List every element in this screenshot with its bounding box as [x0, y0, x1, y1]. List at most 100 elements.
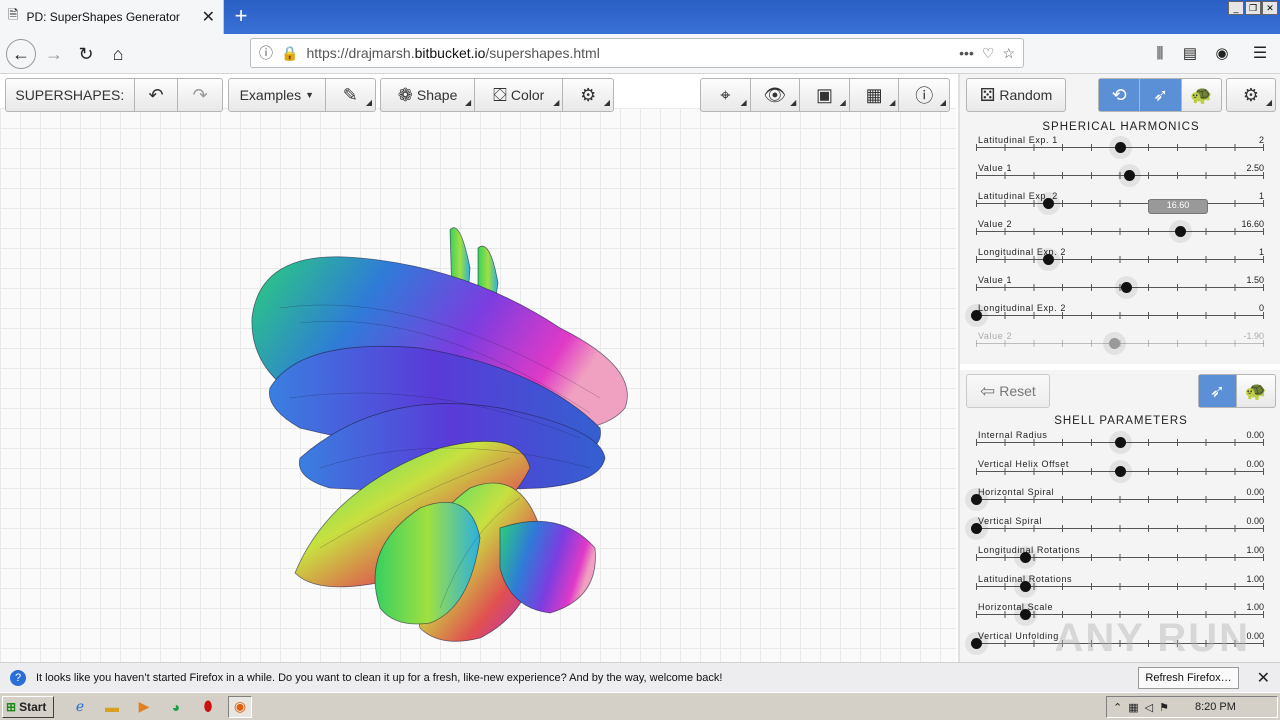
home-button[interactable]: ⌂ — [104, 40, 132, 68]
new-tab-button[interactable]: + — [228, 4, 254, 30]
color-label: Color — [510, 87, 545, 103]
caret-icon: ◢ — [603, 98, 610, 107]
bookmark-star-icon[interactable]: ☆ — [1002, 45, 1015, 62]
slider-handle[interactable] — [971, 310, 982, 321]
browser-tab[interactable]: 🗎 PD: SuperShapes Generator ✕ — [0, 0, 224, 34]
refresh-firefox-button[interactable]: Refresh Firefox… — [1138, 666, 1239, 689]
panel-settings-group: ⚙ ◢ — [1226, 78, 1276, 112]
network-icon[interactable]: ▦ — [1128, 701, 1138, 714]
slider-handle[interactable] — [1175, 226, 1187, 237]
paint-bucket-icon: ⛋ — [493, 84, 507, 105]
slider-row: Latitudinal Exp. 21 — [976, 191, 1264, 219]
slider-handle[interactable] — [1115, 142, 1126, 153]
chrome-icon[interactable]: ◕ — [164, 696, 188, 718]
reload-button[interactable]: ↻ — [72, 40, 100, 68]
explorer-icon[interactable]: ▬ — [100, 696, 124, 718]
browser-tab-strip: 🗎 PD: SuperShapes Generator ✕ + _ ❐ ✕ — [0, 0, 1280, 34]
orbit-button[interactable]: ⟲ — [1099, 79, 1141, 111]
show-hidden-icon[interactable]: ⌃ — [1113, 701, 1122, 714]
clock: 8:20 PM — [1194, 701, 1236, 713]
fast-button[interactable]: ➶ — [1140, 79, 1182, 111]
slider-track[interactable] — [976, 528, 1264, 530]
slider-track[interactable] — [976, 259, 1264, 260]
account-icon[interactable]: ◉ — [1208, 40, 1236, 68]
opera-icon[interactable]: ⬮ — [196, 696, 220, 718]
info-icon: ⓘ — [915, 86, 934, 106]
sidebar-icon[interactable]: ▤ — [1176, 40, 1204, 68]
caret-icon: ◢ — [839, 98, 846, 107]
maximize-button[interactable]: ❐ — [1245, 1, 1261, 15]
pocket-icon[interactable]: ♡ — [982, 45, 995, 62]
back-button[interactable]: ← — [6, 39, 36, 69]
slider-handle[interactable] — [1123, 170, 1135, 181]
slider-handle[interactable] — [1019, 609, 1031, 621]
address-bar[interactable]: ⓘ 🔒 https://drajmarsh.bitbucket.io/super… — [250, 38, 1024, 68]
minimize-button[interactable]: _ — [1228, 1, 1244, 15]
media-player-icon[interactable]: ▶ — [132, 696, 156, 718]
slider-row: Longitudinal Rotations 1.00 — [976, 545, 1264, 573]
shell-slow-button[interactable]: 🐢 — [1237, 375, 1275, 407]
start-button[interactable]: ⊞ Start — [2, 695, 54, 718]
library-icon[interactable]: ⫼ — [1146, 40, 1174, 68]
reset-button[interactable]: ⇦ Reset — [967, 375, 1049, 407]
color-dropdown[interactable]: ⛋ Color ◢ — [475, 79, 564, 111]
view-group: ⌖ ◢ 👁 ◢ ▣ ◢ ▦ ◢ ⓘ ◢ — [700, 78, 950, 112]
settings-button[interactable]: ⚙ ◢ — [563, 79, 613, 111]
undo-button[interactable]: ↶ — [135, 79, 179, 111]
caret-icon: ◢ — [365, 98, 372, 107]
close-notification-icon[interactable]: ✕ — [1257, 668, 1270, 688]
parameters-panel: ⚄ Random ⟲ ➶ 🐢 ⚙ ◢ SPHERICAL HARMONICS Lat… — [958, 74, 1280, 662]
system-tray: ⌃ ▦ ◁ ⚑ 8:20 PM — [1106, 696, 1278, 718]
panel-settings-button[interactable]: ⚙ ◢ — [1227, 79, 1275, 111]
slider-track[interactable] — [976, 203, 1264, 204]
watermark-logo: ANY RUN — [1054, 616, 1250, 660]
target-button[interactable]: ⌖ ◢ — [701, 79, 751, 111]
menu-icon[interactable]: ☰ — [1246, 40, 1274, 68]
volume-icon[interactable]: ◁ — [1145, 701, 1153, 714]
examples-dropdown[interactable]: Examples ▼ — [229, 79, 326, 111]
shell-speed-group: ➶ 🐢 — [1198, 374, 1276, 408]
shell-title: SHELL PARAMETERS — [1054, 415, 1188, 427]
slider-track[interactable] — [976, 175, 1264, 176]
view-button[interactable]: 👁 ◢ — [751, 79, 801, 111]
slider-handle[interactable] — [971, 523, 982, 535]
shell-fast-button[interactable]: ➶ — [1199, 375, 1237, 407]
slider-row: Internal Radius 0.00 — [976, 430, 1264, 458]
slider-handle[interactable] — [1019, 580, 1031, 592]
page-actions-button[interactable]: ••• — [959, 45, 974, 61]
info-button[interactable]: ⓘ ◢ — [899, 79, 949, 111]
slider-handle[interactable] — [971, 637, 982, 649]
random-group: ⚄ Random — [966, 78, 1066, 112]
random-button[interactable]: ⚄ Random — [967, 79, 1065, 111]
3d-viewport[interactable] — [0, 108, 956, 662]
shape-dropdown[interactable]: ❁ Shape ◢ — [381, 79, 476, 111]
firefox-taskbar-button[interactable]: ◉ — [228, 695, 252, 718]
slider-row: Vertical Helix Offset 0.00 — [976, 459, 1264, 487]
slider-track[interactable] — [976, 499, 1264, 501]
redo-button[interactable]: ↷ — [178, 79, 222, 111]
info-icon[interactable]: ⓘ — [259, 43, 273, 63]
edit-tool-button[interactable]: ✎ ◢ — [326, 79, 375, 111]
display-button[interactable]: ▣ ◢ — [800, 79, 850, 111]
slider-handle[interactable] — [1019, 551, 1031, 563]
supershape-model[interactable] — [0, 108, 956, 662]
slider-handle[interactable] — [1043, 254, 1054, 265]
slow-button[interactable]: 🐢 — [1182, 79, 1221, 111]
slider-handle[interactable] — [1043, 198, 1054, 209]
slider-handle[interactable] — [971, 494, 982, 506]
url-text[interactable]: https://drajmarsh.bitbucket.io/supershap… — [306, 45, 951, 61]
slider-row: Horizontal Spiral 0.00 — [971, 487, 1264, 515]
orbit-icon: ⟲ — [1111, 84, 1127, 105]
ie-icon[interactable]: ℯ — [68, 696, 92, 718]
flag-icon[interactable]: ⚑ — [1159, 701, 1169, 714]
slider-handle[interactable] — [1115, 465, 1126, 477]
close-window-button[interactable]: ✕ — [1262, 1, 1278, 15]
mesh-button[interactable]: ▦ ◢ — [850, 79, 900, 111]
slider-track[interactable] — [976, 315, 1264, 316]
slider-track[interactable] — [976, 231, 1264, 232]
slider-handle[interactable] — [1115, 437, 1126, 448]
forward-button[interactable]: → — [40, 40, 68, 68]
slider-handle[interactable] — [1120, 282, 1132, 293]
speed-group: ⟲ ➶ 🐢 — [1098, 78, 1222, 112]
close-tab-icon[interactable]: ✕ — [202, 7, 215, 27]
